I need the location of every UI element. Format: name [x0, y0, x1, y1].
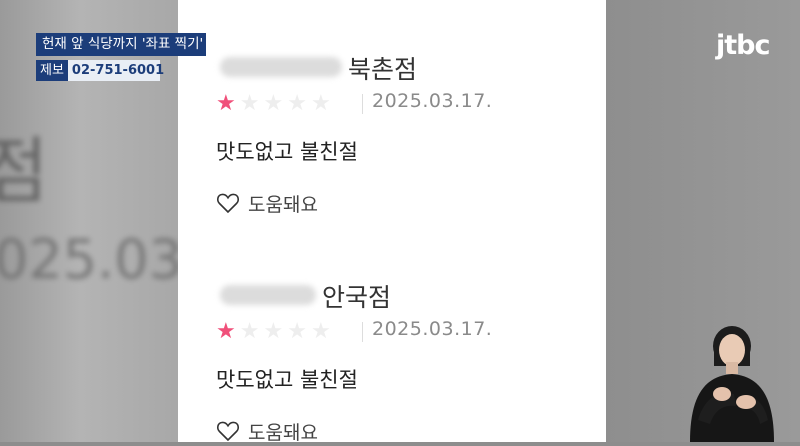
star-icon: ★	[263, 91, 288, 116]
news-headline-caption: 헌재 앞 식당까지 '좌표 찍기'	[36, 33, 206, 56]
tipline-bar: 제보 02-751-6001	[36, 60, 164, 81]
heart-outline-icon	[216, 193, 240, 214]
broadcaster-logo: jtbc	[716, 30, 770, 61]
star-icon: ★	[239, 319, 264, 344]
tipline-number: 02-751-6001	[71, 63, 165, 78]
divider	[362, 322, 363, 342]
review-date: 2025.03.17.	[372, 90, 493, 112]
review-item: 안국점 ★★★★★ 2025.03.17. 맛도없고 불친절 도움돼요	[216, 276, 596, 446]
divider	[362, 94, 363, 114]
branch-name: 안국점	[322, 283, 392, 312]
review-header: 북촌점	[216, 48, 596, 88]
star-icon: ★	[310, 91, 335, 116]
star-icon: ★	[263, 319, 288, 344]
heart-outline-icon	[216, 421, 240, 442]
helpful-label: 도움돼요	[248, 194, 318, 216]
review-header: 안국점	[216, 276, 596, 316]
star-icon: ★	[216, 319, 240, 344]
star-icon: ★	[239, 91, 264, 116]
star-icon: ★	[310, 319, 335, 344]
helpful-label: 도움돼요	[248, 422, 318, 444]
background-zoomed-date: 025.03	[0, 228, 183, 291]
reviewer-name-blurred	[220, 57, 342, 77]
review-item: 북촌점 ★★★★★ 2025.03.17. 맛도없고 불친절 도움돼요	[216, 48, 596, 218]
review-date: 2025.03.17.	[372, 318, 493, 340]
star-icon: ★	[287, 319, 311, 344]
star-icon: ★	[216, 91, 240, 116]
reviewer-name-blurred	[220, 285, 316, 305]
star-icon: ★	[287, 91, 311, 116]
helpful-button[interactable]: 도움돼요	[216, 188, 596, 218]
tipline-label: 제보	[36, 60, 68, 81]
review-card: 북촌점 ★★★★★ 2025.03.17. 맛도없고 불친절 도움돼요 안국점 …	[178, 0, 606, 444]
review-text: 맛도없고 불친절	[216, 140, 358, 164]
sign-language-interpreter	[690, 326, 774, 442]
rating-row: ★★★★★ 2025.03.17.	[216, 90, 596, 124]
star-rating: ★★★★★	[216, 319, 335, 345]
review-text: 맛도없고 불친절	[216, 368, 358, 392]
star-rating: ★★★★★	[216, 91, 335, 117]
background-zoomed-char: 점	[0, 129, 49, 213]
branch-name: 북촌점	[348, 55, 418, 84]
rating-row: ★★★★★ 2025.03.17.	[216, 318, 596, 352]
